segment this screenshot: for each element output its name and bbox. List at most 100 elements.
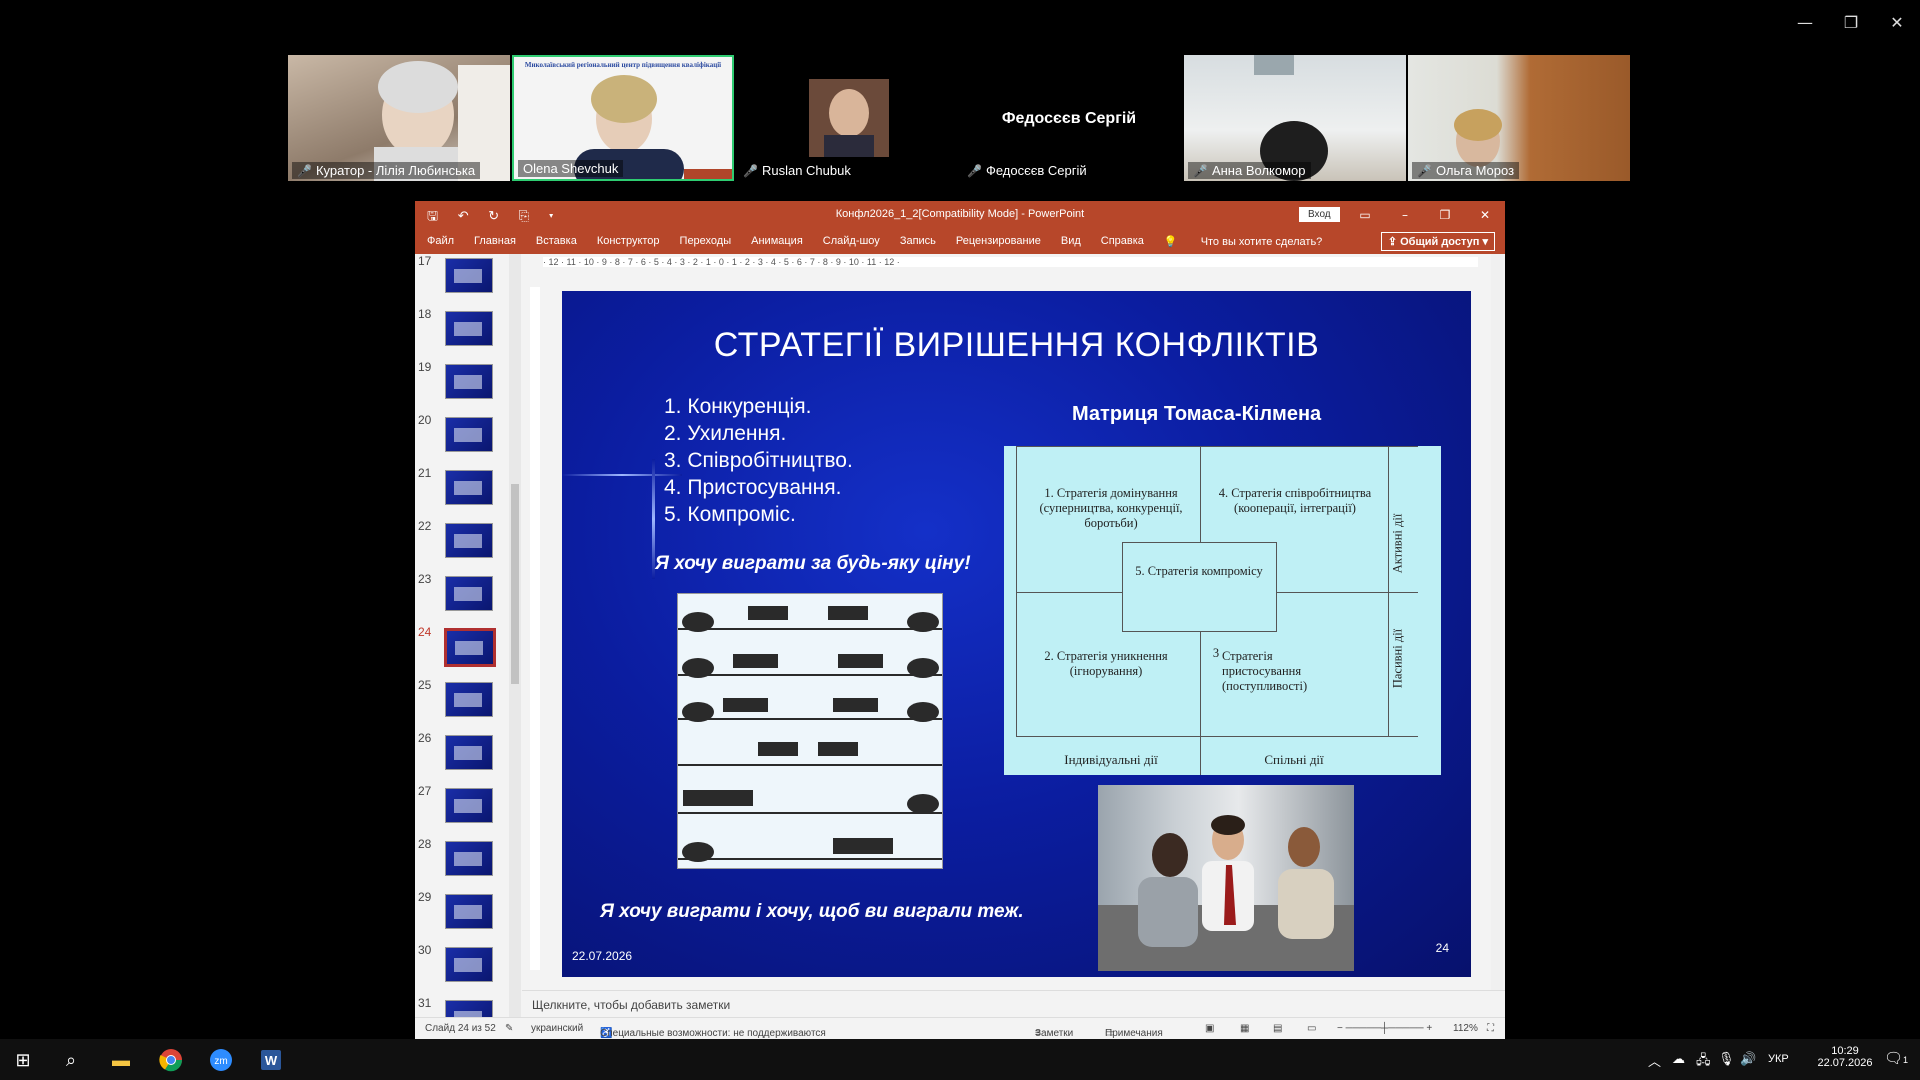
- thumbnail-image: [445, 470, 493, 505]
- participant-tile[interactable]: 🎤 Анна Волкомор: [1184, 55, 1406, 181]
- slide-thumbnail[interactable]: 24: [415, 625, 522, 678]
- slide-thumbnail[interactable]: 20: [415, 413, 522, 466]
- tab-home[interactable]: Главная: [474, 235, 516, 248]
- network-icon[interactable]: 🖧: [1696, 1051, 1711, 1073]
- mic-muted-icon: 🎤: [1417, 164, 1432, 178]
- volume-icon[interactable]: 🔊: [1740, 1051, 1756, 1067]
- slide-date: 22.07.2026: [572, 949, 633, 963]
- normal-view-icon[interactable]: ▣: [1205, 1023, 1214, 1034]
- tab-view[interactable]: Вид: [1061, 235, 1081, 248]
- participant-tile-active-speaker[interactable]: Миколаївський регіональний центр підвище…: [512, 55, 734, 181]
- thumbnails-scrollbar[interactable]: [509, 254, 521, 1020]
- tab-help[interactable]: Справка: [1101, 235, 1144, 248]
- thumbnail-image: [445, 576, 493, 611]
- tab-insert[interactable]: Вставка: [536, 235, 577, 248]
- thumbnail-image: [445, 523, 493, 558]
- notes-pane[interactable]: Щелкните, чтобы добавить заметки: [522, 990, 1505, 1019]
- mic-muted-icon: 🎤: [967, 164, 982, 178]
- tab-slideshow[interactable]: Слайд-шоу: [823, 235, 880, 248]
- participant-tile[interactable]: 🎤 Куратор - Лілія Любинська: [288, 55, 510, 181]
- participant-tile[interactable]: 🎤 Ольга Мороз: [1408, 55, 1630, 181]
- thumbnail-number: 28: [418, 837, 432, 851]
- search-icon[interactable]: ⌕: [56, 1045, 86, 1075]
- thumbnail-number: 27: [418, 784, 432, 798]
- windows-start-icon[interactable]: ⊞: [8, 1045, 38, 1075]
- spellcheck-icon[interactable]: ✎: [505, 1023, 513, 1034]
- slide-number: 24: [1435, 941, 1449, 955]
- slide-thumbnail[interactable]: 23: [415, 572, 522, 625]
- thumbnail-number: 23: [418, 572, 432, 586]
- slide-thumbnail[interactable]: 29: [415, 890, 522, 943]
- tab-design[interactable]: Конструктор: [597, 235, 660, 248]
- slide-thumbnail[interactable]: 17: [415, 254, 522, 307]
- thumbnail-number: 29: [418, 890, 432, 904]
- matrix-cell-accommodation: Стратегія пристосування (поступливості): [1222, 649, 1308, 693]
- language-indicator[interactable]: украинский: [531, 1023, 583, 1034]
- signin-button[interactable]: Вход: [1299, 207, 1340, 222]
- quote-compete: Я хочу виграти за будь-яку ціну!: [655, 553, 971, 574]
- onedrive-icon[interactable]: ☁: [1672, 1051, 1685, 1067]
- ppt-close-button[interactable]: ✕: [1465, 201, 1505, 229]
- slide-thumbnail[interactable]: 30: [415, 943, 522, 996]
- ppt-window-title: Конфл2026_1_2[Compatibility Mode] - Powe…: [835, 208, 1085, 220]
- file-explorer-icon[interactable]: ▬: [106, 1045, 136, 1075]
- banner-text: Миколаївський регіональний центр підвище…: [524, 61, 722, 69]
- slide-thumbnail[interactable]: 18: [415, 307, 522, 360]
- slide-sorter-icon[interactable]: ▦: [1240, 1023, 1249, 1034]
- slide-thumbnail[interactable]: 25: [415, 678, 522, 731]
- notifications-icon[interactable]: 🗨1: [1884, 1049, 1908, 1067]
- scrollbar-thumb[interactable]: [511, 484, 519, 684]
- ribbon-display-icon[interactable]: ▭: [1345, 201, 1385, 229]
- tab-review[interactable]: Рецензирование: [956, 235, 1041, 248]
- participant-name: 🎤 Ruslan Chubuk: [738, 162, 856, 179]
- clock[interactable]: 10:29 22.07.2026: [1810, 1045, 1880, 1069]
- zoom-level[interactable]: 112%: [1453, 1023, 1478, 1034]
- tab-animations[interactable]: Анимация: [751, 235, 803, 248]
- thumbnail-image: [445, 364, 493, 399]
- zoom-app-icon[interactable]: zm: [206, 1045, 236, 1075]
- thumbnail-image: [445, 947, 493, 982]
- slide-thumbnail[interactable]: 19: [415, 360, 522, 413]
- matrix-title: Матриця Томаса-Кілмена: [1072, 403, 1322, 425]
- notes-placeholder: Щелкните, чтобы добавить заметки: [532, 998, 731, 1012]
- ppt-window-controls: ▭ – ❐ ✕: [1345, 201, 1505, 229]
- tab-transitions[interactable]: Переходы: [680, 235, 732, 248]
- thumbnail-number: 22: [418, 519, 432, 533]
- slide-thumbnail[interactable]: 21: [415, 466, 522, 519]
- microphone-icon[interactable]: 🎙: [1718, 1051, 1735, 1067]
- slide-thumbnail[interactable]: 22: [415, 519, 522, 572]
- ppt-restore-button[interactable]: ❐: [1425, 201, 1465, 229]
- tray-overflow-icon[interactable]: ︿: [1648, 1051, 1661, 1070]
- participant-tile[interactable]: Федосєєв Сергій 🎤 Федосєєв Сергій: [958, 55, 1180, 181]
- tab-file[interactable]: Файл: [427, 235, 454, 248]
- thumbnail-image: [445, 682, 493, 717]
- slide-thumbnail[interactable]: 28: [415, 837, 522, 890]
- participant-tile[interactable]: 🎤 Ruslan Chubuk: [734, 55, 956, 181]
- slide-thumbnail[interactable]: 27: [415, 784, 522, 837]
- slide-scrollbar[interactable]: [1491, 254, 1503, 992]
- thumbnail-image: [445, 788, 493, 823]
- fit-to-window-icon[interactable]: ⛶: [1487, 1023, 1494, 1034]
- thumbnail-number: 30: [418, 943, 432, 957]
- matrix-cell-dominance: 1. Стратегія домінування (суперництва, к…: [1039, 486, 1183, 530]
- language-switcher[interactable]: УКР: [1768, 1053, 1789, 1065]
- zoom-slider[interactable]: − ─────┼───── +: [1337, 1023, 1432, 1034]
- tab-record[interactable]: Запись: [900, 235, 936, 248]
- reading-view-icon[interactable]: ▤: [1273, 1023, 1282, 1034]
- slide-canvas[interactable]: СТРАТЕГІЇ ВИРІШЕННЯ КОНФЛІКТІВ 1. Конкур…: [562, 291, 1471, 977]
- restore-button[interactable]: ❐: [1828, 0, 1874, 44]
- thumbnail-image: [444, 628, 496, 667]
- slide-thumbnail[interactable]: 26: [415, 731, 522, 784]
- word-app-icon[interactable]: W: [256, 1045, 286, 1075]
- mic-muted-icon: 🎤: [743, 164, 758, 178]
- minimize-button[interactable]: —: [1782, 0, 1828, 44]
- ppt-minimize-button[interactable]: –: [1385, 201, 1425, 229]
- thumbnail-number: 20: [418, 413, 432, 427]
- tell-me-search[interactable]: 💡 Что вы хотите сделать?: [1164, 235, 1342, 248]
- slide-thumbnails-pane: 17 18 19 20 21 22 23 24 25 26 27 28 29 30 31: [415, 254, 522, 1020]
- share-button[interactable]: ⇪ Общий доступ ▾: [1380, 232, 1495, 251]
- office-conflict-photo: [1098, 785, 1354, 971]
- close-button[interactable]: ✕: [1874, 0, 1920, 44]
- slideshow-icon[interactable]: ▭: [1307, 1023, 1316, 1034]
- chrome-icon[interactable]: [156, 1045, 186, 1075]
